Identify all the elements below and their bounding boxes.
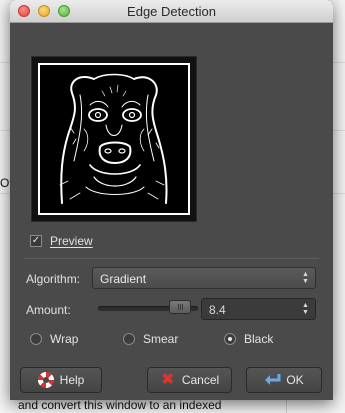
preview-label: Preview (50, 234, 93, 248)
ok-button-label: OK (286, 373, 304, 387)
title-bar[interactable]: Edge Detection (10, 0, 333, 23)
background-bottom-text: and convert this window to an indexed (18, 398, 222, 412)
preview-image (38, 63, 190, 215)
cancel-x-icon: ✖ (161, 371, 175, 388)
updown-arrows-icon: ▲ ▼ (302, 271, 309, 285)
amount-value: 8.4 (209, 303, 226, 317)
preview-frame (32, 57, 196, 221)
black-label: Black (244, 332, 274, 346)
grip-line (178, 304, 179, 310)
preview-checkbox-row[interactable]: ✓ Preview (30, 233, 93, 249)
wrap-radio-row[interactable]: Wrap (30, 331, 78, 347)
grip-line (180, 304, 181, 310)
cancel-button-label: Cancel (181, 373, 220, 387)
separator (24, 258, 319, 259)
help-button-label: Help (59, 373, 85, 387)
black-radio[interactable] (224, 333, 236, 345)
wrap-label: Wrap (50, 332, 79, 346)
smear-radio-row[interactable]: Smear (123, 331, 178, 347)
edge-detected-dog-image (40, 65, 188, 213)
edge-detection-dialog: Edge Detection ✓ Preview Algorithm: Grad… (10, 0, 333, 400)
algorithm-select[interactable]: Gradient ▲ ▼ (92, 267, 316, 289)
dialog-title: Edge Detection (127, 4, 216, 19)
help-button[interactable]: Help (20, 367, 102, 393)
algorithm-value: Gradient (100, 272, 147, 286)
lifebuoy-icon (37, 372, 54, 388)
wrap-radio[interactable] (30, 333, 42, 345)
ok-button[interactable]: OK (246, 367, 322, 393)
amount-slider-handle[interactable] (169, 300, 191, 314)
black-radio-row[interactable]: Black (224, 331, 273, 347)
amount-label: Amount: (26, 303, 71, 317)
updown-arrows-icon[interactable]: ▲ ▼ (300, 302, 311, 316)
cancel-button[interactable]: ✖ Cancel (147, 367, 232, 393)
smear-radio[interactable] (123, 333, 135, 345)
preview-checkbox[interactable]: ✓ (30, 235, 42, 247)
smear-label: Smear (143, 332, 179, 346)
grip-line (182, 304, 183, 310)
return-arrow-icon (264, 372, 281, 388)
algorithm-label: Algorithm: (26, 272, 81, 286)
amount-spinbox[interactable]: 8.4 ▲ ▼ (201, 298, 316, 320)
